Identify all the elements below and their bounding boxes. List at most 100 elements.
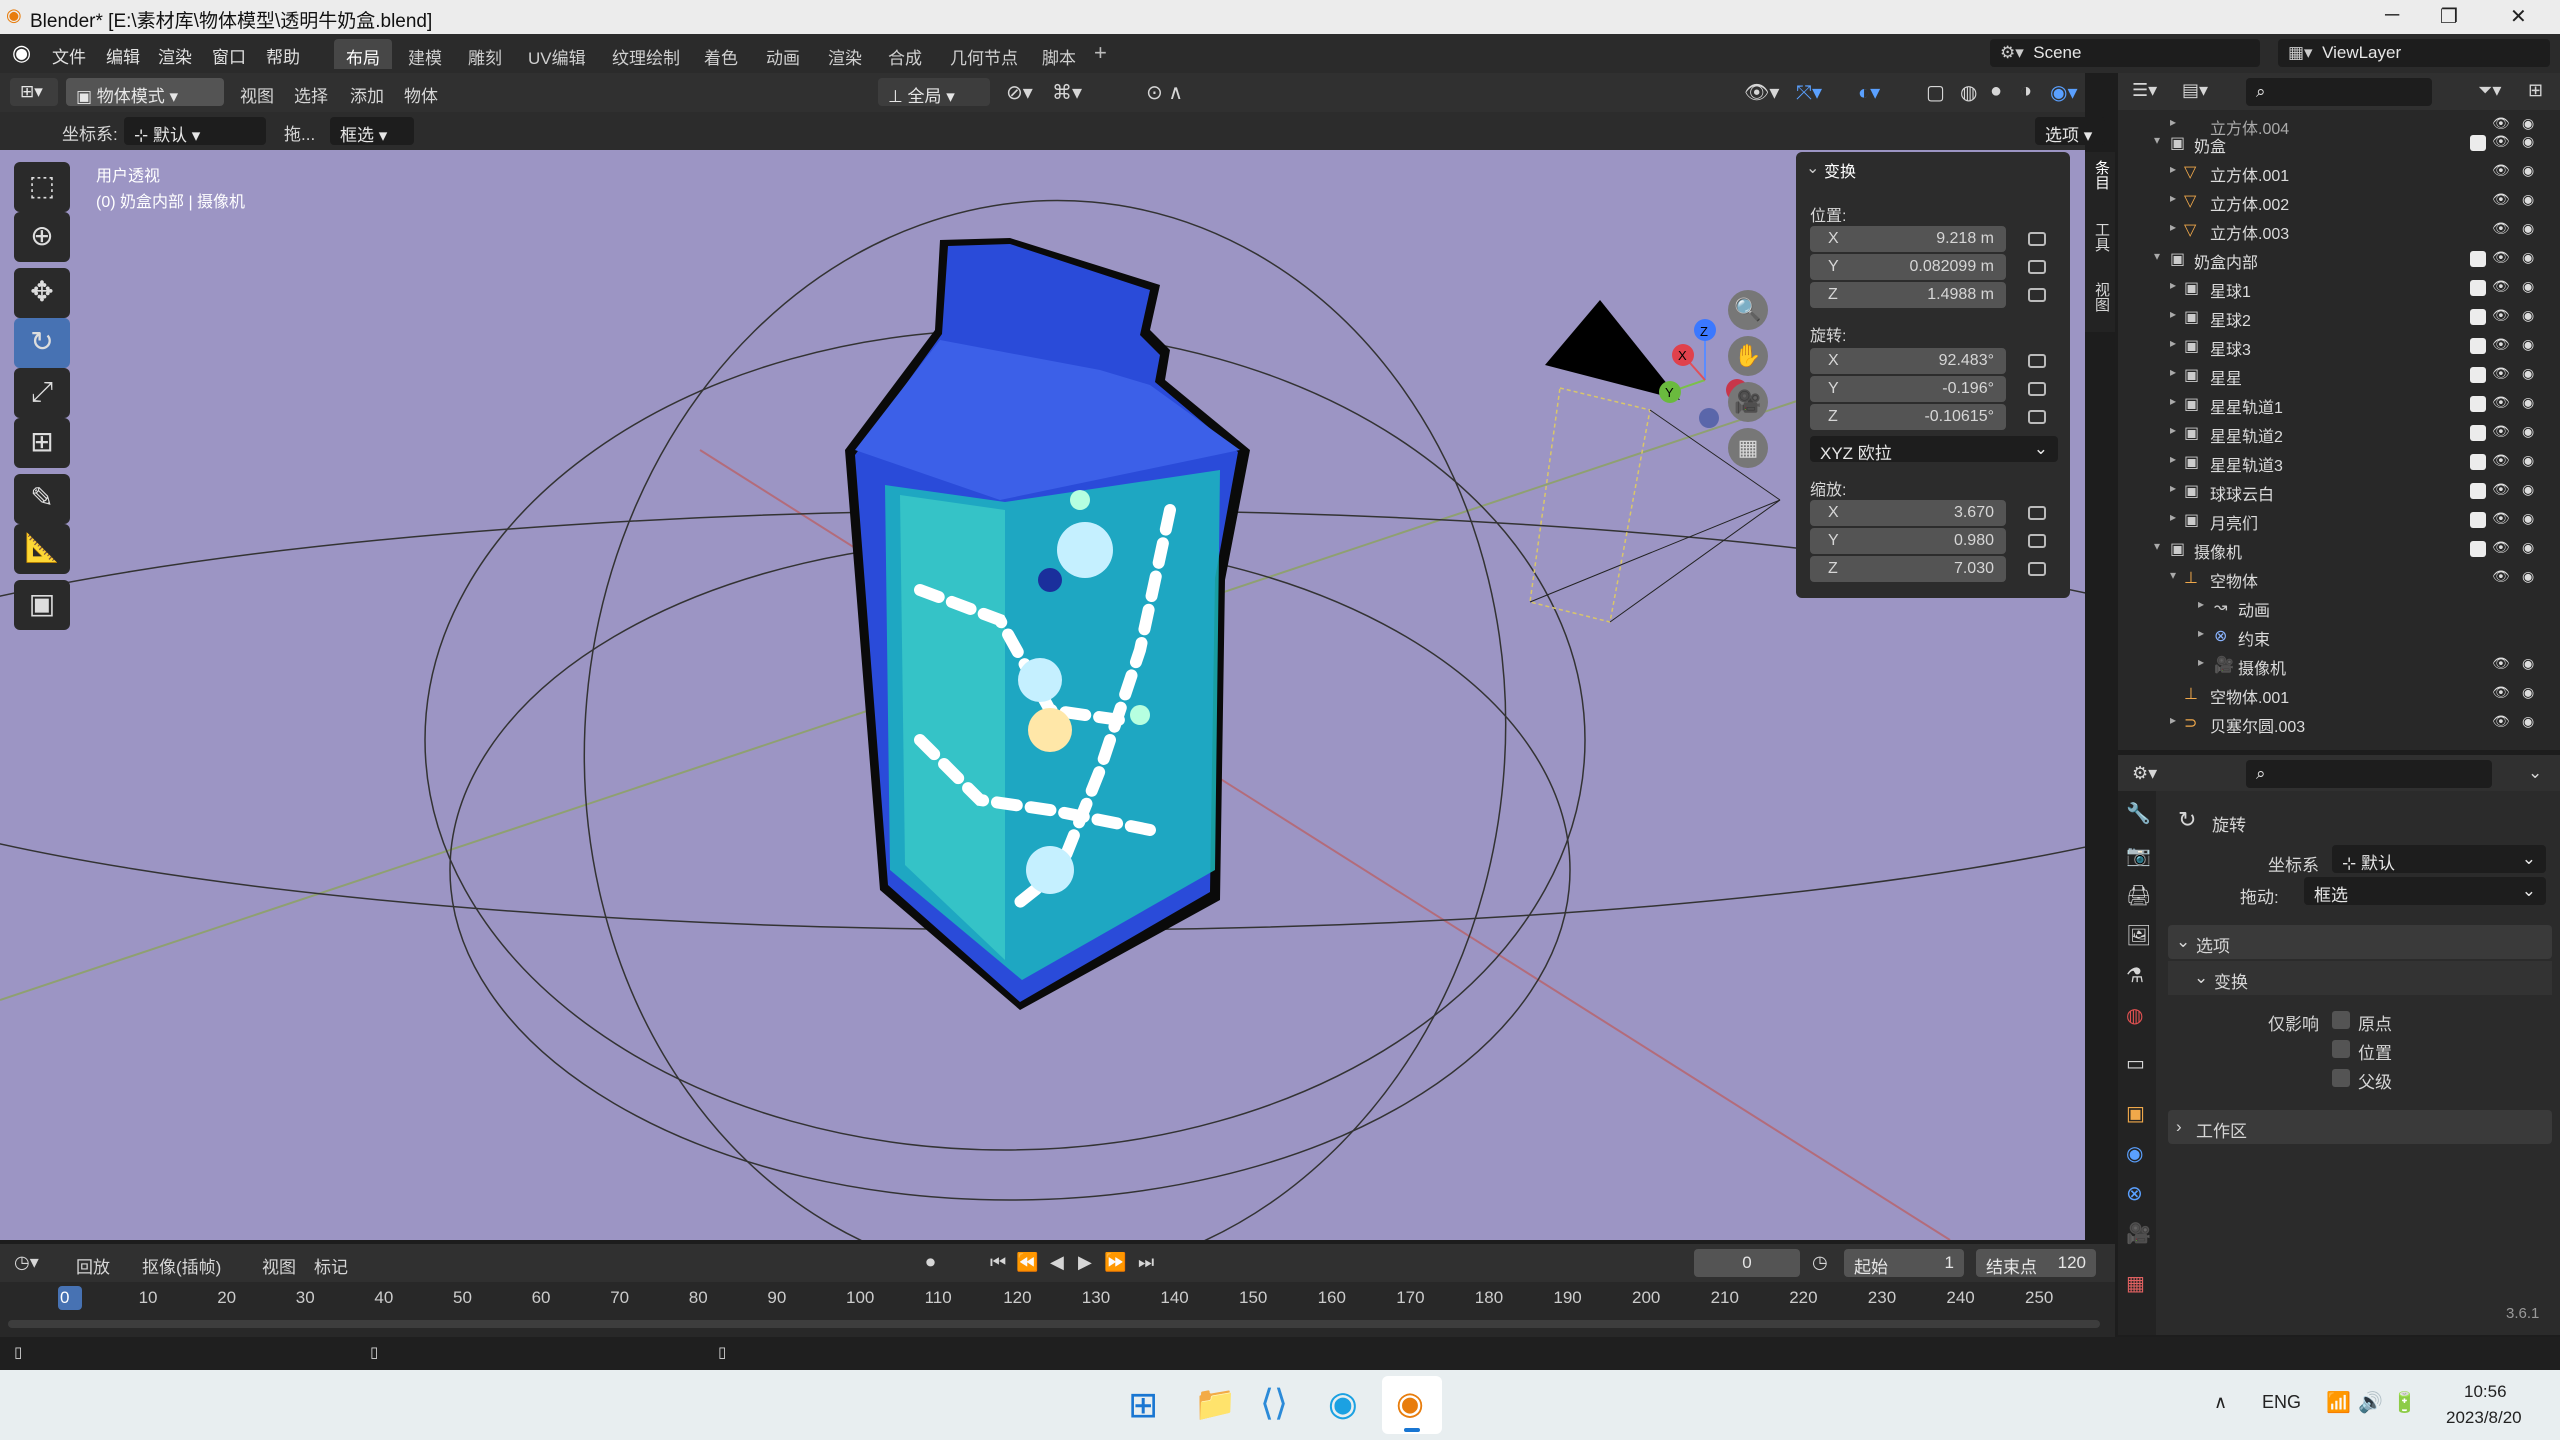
outliner-row[interactable]: ▸ ▽ 立方体.003 👁 ◉ — [2118, 215, 2560, 244]
tab-rendering[interactable]: 渲染 — [816, 39, 874, 69]
start-frame-field[interactable]: 起始 1 — [1844, 1249, 1964, 1277]
menu-render[interactable]: 渲染 — [158, 43, 192, 68]
outliner-collection-row[interactable]: ▾ ▣ 奶盒内部 👁 ◉ — [2118, 244, 2560, 273]
close-icon[interactable]: ✕ — [2510, 4, 2527, 29]
rotation-z-field[interactable]: Z -0.10615° — [1810, 404, 2006, 430]
editor-type-icon[interactable]: ⊞▾ — [10, 78, 58, 106]
scale-x-field[interactable]: X 3.670 — [1810, 500, 2006, 526]
parent-checkbox[interactable] — [2332, 1069, 2350, 1087]
constraint-tab-icon[interactable]: ⊗ — [2126, 1181, 2143, 1206]
lock-icon[interactable] — [2028, 410, 2046, 424]
menu-view[interactable]: 视图 — [262, 1253, 296, 1278]
outliner-row[interactable]: ▸ ▣ 星球1 👁 ◉ — [2118, 273, 2560, 302]
rotate-icon[interactable]: ↻ — [14, 318, 70, 368]
menu-playback[interactable]: 回放 — [76, 1253, 110, 1278]
outliner-row[interactable]: ⊥ 空物体.001 👁 ◉ — [2118, 679, 2560, 708]
collapse-chevron-icon[interactable]: ⌄ — [1806, 158, 1819, 178]
gizmo-icon[interactable]: ⤧▾ — [1796, 80, 1822, 105]
outliner-row[interactable]: ▸ 🎥 摄像机 👁 ◉ — [2118, 650, 2560, 679]
visibility-icon[interactable]: 👁▾ — [1744, 80, 1779, 105]
location-z-field[interactable]: Z 1.4988 m — [1810, 282, 2006, 308]
lock-icon[interactable] — [2028, 354, 2046, 368]
snap-icon[interactable]: ⌘▾ — [1052, 80, 1082, 105]
tab-layout[interactable]: 布局 — [334, 39, 392, 69]
zoom-icon[interactable]: 🔍 — [1728, 290, 1768, 330]
outliner-row[interactable]: ▸ ▣ 星球3 👁 ◉ — [2118, 331, 2560, 360]
editor-type-icon[interactable]: ◷▾ — [14, 1252, 39, 1273]
chevron-down-icon[interactable]: ⌄ — [2528, 763, 2542, 783]
play-reverse-icon[interactable]: ◀ — [1050, 1252, 1064, 1273]
tab-shading[interactable]: 着色 — [692, 39, 750, 69]
view-layer-tab-icon[interactable]: 🖼 — [2126, 923, 2151, 948]
play-icon[interactable]: ▶ — [1078, 1252, 1092, 1273]
drag-selector[interactable]: 框选 ▾ — [330, 117, 414, 145]
menu-select[interactable]: 选择 — [294, 82, 328, 107]
wifi-icon[interactable]: 📶 — [2326, 1390, 2351, 1415]
outliner-row[interactable]: ▾ ⊥ 空物体 👁 ◉ — [2118, 563, 2560, 592]
orientation-selector[interactable]: ⊥ 全局 ▾ — [878, 78, 990, 106]
select-box-icon[interactable]: ⬚ — [14, 162, 70, 212]
tool-tab-icon[interactable]: 🔧 — [2126, 801, 2151, 826]
file-explorer-icon[interactable]: 📁 — [1194, 1384, 1236, 1424]
origin-checkbox[interactable] — [2332, 1011, 2350, 1029]
tab-modeling[interactable]: 建模 — [396, 39, 454, 69]
rotation-mode-dropdown[interactable]: XYZ 欧拉 ⌄ — [1810, 436, 2058, 462]
tab-tool[interactable]: 工具 — [2091, 222, 2112, 252]
new-collection-icon[interactable]: ⊞ — [2528, 80, 2543, 101]
clock-time[interactable]: 10:56 — [2464, 1382, 2507, 1402]
outliner-row[interactable]: ▸ ▣ 星球2 👁 ◉ — [2118, 302, 2560, 331]
outliner-row[interactable]: ▸ ▣ 月亮们 👁 ◉ — [2118, 505, 2560, 534]
outliner-row[interactable]: ▸ ▽ 立方体.002 👁 ◉ — [2118, 186, 2560, 215]
menu-add[interactable]: 添加 — [350, 82, 384, 107]
tab-geometry-nodes[interactable]: 几何节点 — [938, 39, 1030, 69]
overlay-icon[interactable]: ◐▾ — [1858, 80, 1880, 105]
tab-texture-paint[interactable]: 纹理绘制 — [600, 39, 692, 69]
render-tab-icon[interactable]: 📷 — [2126, 843, 2151, 868]
menu-object[interactable]: 物体 — [404, 82, 438, 107]
add-workspace-icon[interactable]: + — [1094, 40, 1107, 66]
outliner-row[interactable]: ▸ ⊗ 约束 — [2118, 621, 2560, 650]
outliner-search-input[interactable]: ⌕ — [2246, 78, 2432, 106]
lock-icon[interactable] — [2028, 534, 2046, 548]
drag-selector[interactable]: 框选 ⌄ — [2304, 877, 2546, 905]
options-section[interactable]: ⌄ 选项 — [2168, 925, 2552, 959]
record-icon[interactable]: ⏺ — [926, 1252, 935, 1273]
edge-icon[interactable]: ◉ — [1328, 1384, 1358, 1424]
collection-tab-icon[interactable]: ▭ — [2126, 1051, 2145, 1076]
outliner-row[interactable]: ▸ ⊃ 贝塞尔圆.003 👁 ◉ — [2118, 708, 2560, 737]
xray-icon[interactable]: ▢ — [1926, 80, 1945, 105]
outliner-row[interactable]: ▸ ▣ 球球云白 👁 ◉ — [2118, 476, 2560, 505]
object-tab-icon[interactable]: ▣ — [2126, 1101, 2145, 1126]
ortho-grid-icon[interactable]: ▦ — [1728, 428, 1768, 468]
pivot-icon[interactable]: ⊘▾ — [1006, 80, 1033, 105]
blender-task-button[interactable]: ◉ — [1382, 1376, 1442, 1434]
scale-z-field[interactable]: Z 7.030 — [1810, 556, 2006, 582]
jump-end-icon[interactable]: ⏭ — [1138, 1252, 1154, 1273]
rendered-shading-icon[interactable]: ◉▾ — [2050, 80, 2078, 105]
properties-search-input[interactable]: ⌕ — [2246, 760, 2492, 788]
menu-marker[interactable]: 标记 — [314, 1253, 348, 1278]
transform-subsection[interactable]: ⌄ 变换 — [2168, 961, 2552, 995]
menu-file[interactable]: 文件 — [52, 43, 86, 68]
editor-type-icon[interactable]: ⚙▾ — [2132, 763, 2157, 784]
view-layer-selector[interactable]: ▦▾ ViewLayer — [2278, 39, 2550, 67]
editor-type-icon[interactable]: ☰▾ — [2132, 80, 2157, 101]
rotation-y-field[interactable]: Y -0.196° — [1810, 376, 2006, 402]
scene-tab-icon[interactable]: ⚗ — [2126, 963, 2144, 988]
blender-menu-icon[interactable]: ◉ — [12, 40, 31, 66]
lock-icon[interactable] — [2028, 382, 2046, 396]
outliner-collection-row[interactable]: ▾ ▣ 摄像机 👁 ◉ — [2118, 534, 2560, 563]
menu-window[interactable]: 窗口 — [212, 43, 246, 68]
annotate-icon[interactable]: ✎ — [14, 474, 70, 524]
options-dropdown[interactable]: 选项 ▾ — [2035, 117, 2105, 145]
outliner-row[interactable]: ▸ ▣ 星星 👁 ◉ — [2118, 360, 2560, 389]
tab-view[interactable]: 视图 — [2091, 282, 2112, 312]
lock-icon[interactable] — [2028, 562, 2046, 576]
display-mode-icon[interactable]: ▤▾ — [2182, 80, 2208, 101]
frame-ruler[interactable]: 0 10 20 30 40 50 60 70 80 90 100 110 120 130 140 150 160… — [0, 1282, 2115, 1337]
cursor-icon[interactable]: ⊕ — [14, 212, 70, 262]
camera-view-icon[interactable]: 🎥 — [1728, 382, 1768, 422]
jump-start-icon[interactable]: ⏮ — [990, 1252, 1006, 1273]
battery-icon[interactable]: 🔋 — [2392, 1390, 2417, 1415]
language-indicator[interactable]: ENG — [2262, 1392, 2301, 1413]
